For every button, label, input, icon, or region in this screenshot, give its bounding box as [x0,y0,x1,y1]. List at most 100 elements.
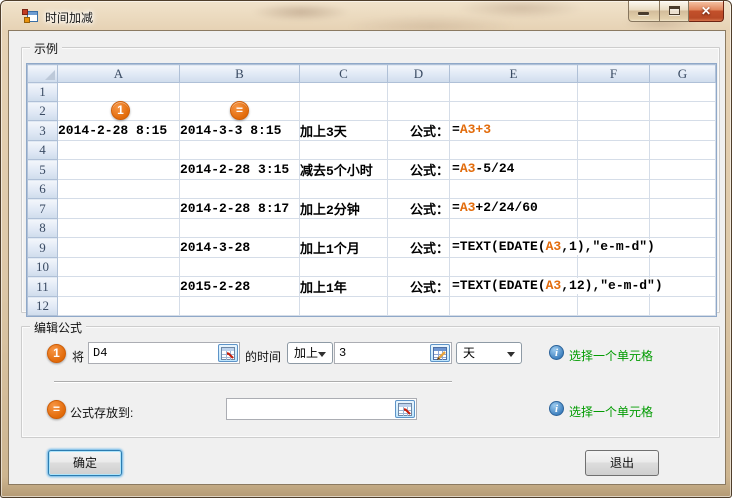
grid-cell [300,83,388,102]
example-group-label: 示例 [30,40,62,57]
cell-b5: 2014-2-28 3:15 [180,160,300,180]
grid-cell [578,219,650,238]
cell-c11: 加上1年 [300,277,388,297]
cell-c5: 减去5个小时 [300,160,388,180]
col-header-c: C [300,65,388,83]
edit-amount-button[interactable] [430,344,450,362]
grid-cell [450,219,578,238]
grid-cell [58,238,180,258]
grid-cell [58,219,180,238]
cell-e11: =TEXT(EDATE(A3,12),"e-m-d") [450,277,578,297]
info-icon: i [549,345,564,360]
pick-cell-hint: 选择一个单元格 [569,403,653,420]
grid-cell [578,83,650,102]
cell-e5: =A3-5/24 [450,160,578,180]
grid-cell [58,160,180,180]
grid-cell [650,160,716,180]
grid-cell [58,199,180,219]
cell-b10 [180,258,300,277]
cell-c9: 加上1个月 [300,238,388,258]
grid-corner-cell [28,65,58,83]
take-label: 将 [72,348,84,365]
grid-cell [388,297,450,316]
cell-b6 [180,180,300,199]
grid-cell [450,83,578,102]
step1-marker-icon: 1 [47,344,66,363]
grid-cell [650,238,716,258]
maximize-button[interactable] [659,1,689,22]
grid-cell [450,141,578,160]
operation-select[interactable]: 加上 [287,342,333,364]
grid-cell [578,258,650,277]
grid-cell [300,141,388,160]
unit-select[interactable]: 天 [456,342,522,364]
pick-target-cell-button[interactable] [395,400,415,418]
grid-cell [58,258,180,277]
col-header-f: F [578,65,650,83]
unit-value: 天 [463,346,475,360]
target-cell-field [226,398,417,420]
grid-cell [300,102,388,121]
ok-button[interactable]: 确定 [48,450,122,476]
cell-c3: 加上3天 [300,121,388,141]
step2-marker-icon: = [47,400,66,419]
cell-d9: 公式： [388,238,450,258]
grid-cell [578,102,650,121]
grid-cell [578,160,650,180]
row-header-9: 9 [28,238,58,258]
grid-cell [388,180,450,199]
cell-e3: =A3+3 [450,121,578,141]
grid-cell [388,258,450,277]
grid-cell [300,297,388,316]
cell-a3: 2014-2-28 8:15 [58,121,180,141]
grid-pencil-icon [433,347,447,360]
cell-b4 [180,141,300,160]
pick-cell-button[interactable] [218,344,238,362]
cell-d5: 公式： [388,160,450,180]
grid-cell [180,83,300,102]
edit-formula-group-label: 编辑公式 [30,319,86,336]
grid-cell [578,180,650,199]
cell-d11: 公式： [388,277,450,297]
cell-b7: 2014-2-28 8:17 [180,199,300,219]
caption-buttons: ✕ [628,1,724,22]
grid-cell [58,180,180,199]
grid-cell [58,297,180,316]
cell-b11: 2015-2-28 [180,277,300,297]
close-icon: ✕ [689,4,723,18]
col-header-b: B [180,65,300,83]
col-header-a: A [58,65,180,83]
cell-d7: 公式： [388,199,450,219]
exit-button[interactable]: 退出 [585,450,659,476]
grid-cell [300,180,388,199]
target-cell-input[interactable] [227,399,394,419]
row-header-10: 10 [28,258,58,277]
edit-formula-group: 编辑公式 1 将 的时间 加上 [21,326,720,438]
titlebar-glass-texture [1,1,731,31]
grid-cell [180,297,300,316]
row-header-5: 5 [28,160,58,180]
cell-ref-input[interactable] [89,343,217,363]
grid-cell [300,219,388,238]
grid-cell [388,102,450,121]
col-header-e: E [450,65,578,83]
operation-value: 加上 [294,346,318,360]
minimize-button[interactable] [628,1,659,22]
close-button[interactable]: ✕ [689,1,724,22]
source-marker-icon: 1 [111,101,130,120]
col-header-d: D [388,65,450,83]
grid-cell [650,199,716,219]
dialog-window: 时间加减 ✕ 示例 A B C D [0,0,732,498]
result-marker-icon: = [230,101,249,120]
grid-cell [450,180,578,199]
grid-cell [450,258,578,277]
minimize-icon [638,12,649,15]
titlebar: 时间加减 ✕ [1,1,731,31]
grid-cell [58,277,180,297]
amount-input[interactable] [335,343,429,363]
row-header-3: 3 [28,121,58,141]
cell-e7: =A3+2/24/60 [450,199,578,219]
time-of-label: 的时间 [245,348,281,365]
grid-cell [388,141,450,160]
row-header-4: 4 [28,141,58,160]
